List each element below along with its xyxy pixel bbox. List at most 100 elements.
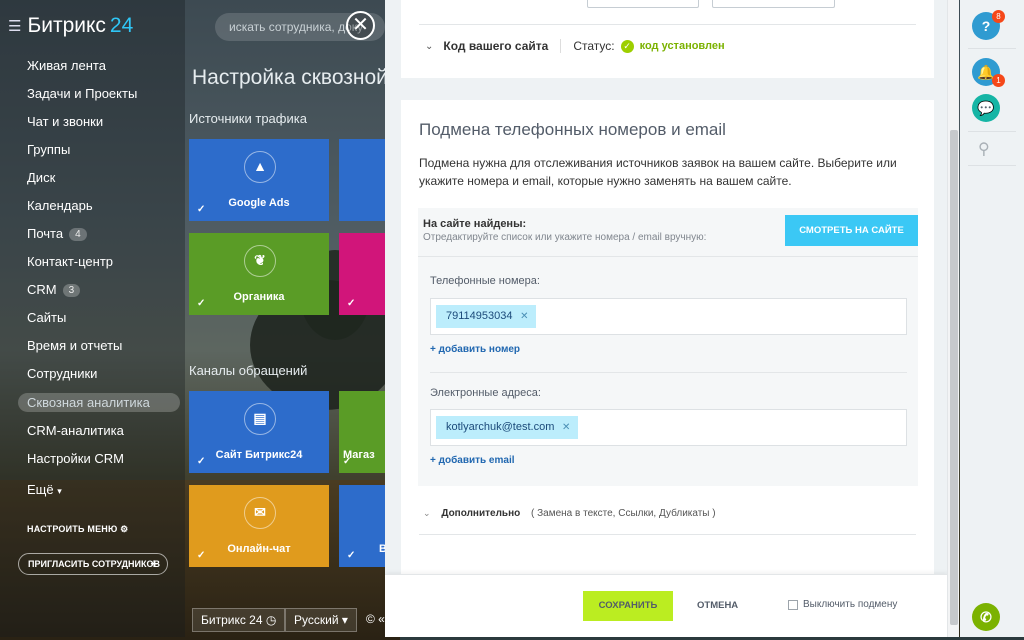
invite-employees-button[interactable]: ПРИГЛАСИТЬ СОТРУДНИКОВ + [18,553,168,575]
phones-label: Телефонные номера: [430,275,540,287]
site-icon: ▤ [244,403,276,435]
remove-tag-icon[interactable]: ✕ [562,416,570,439]
additional-hint: ( Замена в тексте, Ссылки, Дубликаты ) [531,508,716,519]
sidebar-item-disk[interactable]: Диск [27,170,55,185]
site-code-status: ⌄ Код вашего сайта Статус: ✓ код установ… [425,39,725,53]
phone-tag[interactable]: 79114953034 ✕ [436,305,537,328]
form-footer: СОХРАНИТЬ ОТМЕНА Выключить подмену [385,574,948,637]
add-phone-link[interactable]: + добавить номер [430,344,520,355]
found-title: На сайте найдены: [423,218,527,230]
right-sidebar: ? 8 🔔 1 💬 ⚲ ✆ [960,0,1024,637]
disable-replacement-label[interactable]: Выключить подмену [803,599,897,610]
disable-replacement-checkbox[interactable] [788,600,798,610]
sidebar-item-employees[interactable]: Сотрудники [27,366,97,381]
chat-icon: ✉ [244,497,276,529]
tile-partial-magenta[interactable]: ✓ [339,233,385,315]
cancel-button[interactable]: ОТМЕНА [697,591,738,621]
plus-icon: + [150,556,158,571]
phones-field[interactable]: 79114953034 ✕ [430,298,907,335]
side-panel: ⌄ Код вашего сайта Статус: ✓ код установ… [385,0,948,637]
scrollbar-thumb[interactable] [950,130,958,625]
check-icon: ✓ [347,550,356,561]
sidebar-item-mail[interactable]: Почта 4 [27,226,87,241]
replace-form: Телефонные номера: 79114953034 ✕ + добави… [418,256,918,486]
divider [968,48,1016,49]
tile-site-bitrix24[interactable]: ▤ Сайт Битрикс24 ✓ [189,391,329,473]
save-button[interactable]: СОХРАНИТЬ [583,591,673,621]
check-icon: ✓ [197,456,206,467]
gear-icon: ⚙ [120,524,129,534]
look-on-site-button[interactable]: СМОТРЕТЬ НА САЙТЕ [785,215,918,246]
divider [968,131,1016,132]
tile-organic[interactable]: ❦ Органика ✓ [189,233,329,315]
sidebar-item-more[interactable]: Ещё ▾ [27,482,62,497]
found-on-site-panel: На сайте найдены: Отредактируйте список … [418,208,918,256]
sidebar-item-tasks[interactable]: Задачи и Проекты [27,86,137,101]
scrollbar[interactable] [947,0,959,637]
left-sidebar: ☰ Битрикс 24 Живая лента Задачи и Проект… [0,0,185,637]
setup-menu-button[interactable]: НАСТРОИТЬ МЕНЮ ⚙ [27,524,128,535]
help-badge: 8 [992,10,1005,23]
clock-icon: ◷ [265,613,277,627]
logo-number: 24 [109,14,134,37]
site-code-toggle[interactable]: Код вашего сайта [443,39,548,53]
email-tag[interactable]: kotlyarchuk@test.com ✕ [436,416,579,439]
sidebar-item-contact-center[interactable]: Контакт-центр [27,254,113,269]
site-code-card: ⌄ Код вашего сайта Статус: ✓ код установ… [401,0,934,78]
menu-burger-icon[interactable]: ☰ [8,17,21,35]
traffic-sources-heading: Источники трафика [189,111,307,126]
additional-label: Дополнительно [441,508,521,519]
remove-tag-icon[interactable]: ✕ [520,305,528,328]
status-label: Статус: [573,39,615,53]
add-email-link[interactable]: + добавить email [430,455,515,466]
language-select[interactable]: Русский ▾ [285,608,357,632]
sidebar-item-sites[interactable]: Сайты [27,310,66,325]
emails-label: Электронные адреса: [430,387,541,399]
tile-google-ads[interactable]: ▲ Google Ads ✓ [189,139,329,221]
separator [560,39,562,53]
chevron-down-icon[interactable]: ⌄ [425,41,433,52]
mail-count-badge: 4 [69,228,87,241]
status-value: код установлен [639,40,725,52]
sidebar-item-feed[interactable]: Живая лента [27,58,106,73]
tile-online-chat[interactable]: ✉ Онлайн-чат ✓ [189,485,329,567]
sidebar-item-crm-settings[interactable]: Настройки CRM [27,451,124,466]
sidebar-item-chat[interactable]: Чат и звонки [27,114,103,129]
notifications-badge: 1 [992,74,1005,87]
divider [419,534,916,535]
header-button-left[interactable] [587,0,699,8]
header-button-right[interactable] [712,0,835,8]
chevron-down-icon: ⌄ [423,508,431,518]
chat-bubbles-icon[interactable]: 💬 [972,94,1000,122]
check-icon: ✓ [347,298,356,309]
check-icon: ✓ [197,204,206,215]
section-description: Подмена нужна для отслеживания источнико… [419,156,897,188]
channels-heading: Каналы обращений [189,363,308,378]
sidebar-item-calendar[interactable]: Календарь [27,198,93,213]
leaf-icon: ❦ [244,245,276,277]
sidebar-item-analytics[interactable]: Сквозная аналитика [18,393,180,412]
chevron-down-icon: ▾ [57,486,62,496]
additional-settings-toggle[interactable]: ⌄ Дополнительно ( Замена в тексте, Ссылк… [423,508,716,519]
sidebar-item-crm[interactable]: CRM 3 [27,282,81,297]
logo-text: Битрикс [27,14,106,37]
divider [430,372,907,373]
check-icon: ✓ [197,298,206,309]
divider [968,165,1016,166]
sidebar-item-time-reports[interactable]: Время и отчеты [27,338,122,353]
sidebar-item-crm-analytics[interactable]: CRM-аналитика [27,423,124,438]
tile-partial-blue-2[interactable]: В ✓ [339,485,387,567]
google-ads-icon: ▲ [244,151,276,183]
found-hint: Отредактируйте список или укажите номера… [423,232,707,243]
tile-partial-blue[interactable] [339,139,385,221]
close-icon: ✕ [352,14,369,36]
emails-field[interactable]: kotlyarchuk@test.com ✕ [430,409,907,446]
phone-icon[interactable]: ✆ [972,603,1000,631]
close-slider-button[interactable]: ✕ [346,11,375,40]
tile-shop[interactable]: Магаз ✓ [339,391,385,473]
search-icon[interactable]: ⚲ [978,139,990,159]
sidebar-item-groups[interactable]: Группы [27,142,70,157]
section-title: Подмена телефонных номеров и email [419,120,726,139]
logo[interactable]: ☰ Битрикс 24 [8,14,133,38]
footer-brand[interactable]: Битрикс 24 ◷ [192,608,286,632]
